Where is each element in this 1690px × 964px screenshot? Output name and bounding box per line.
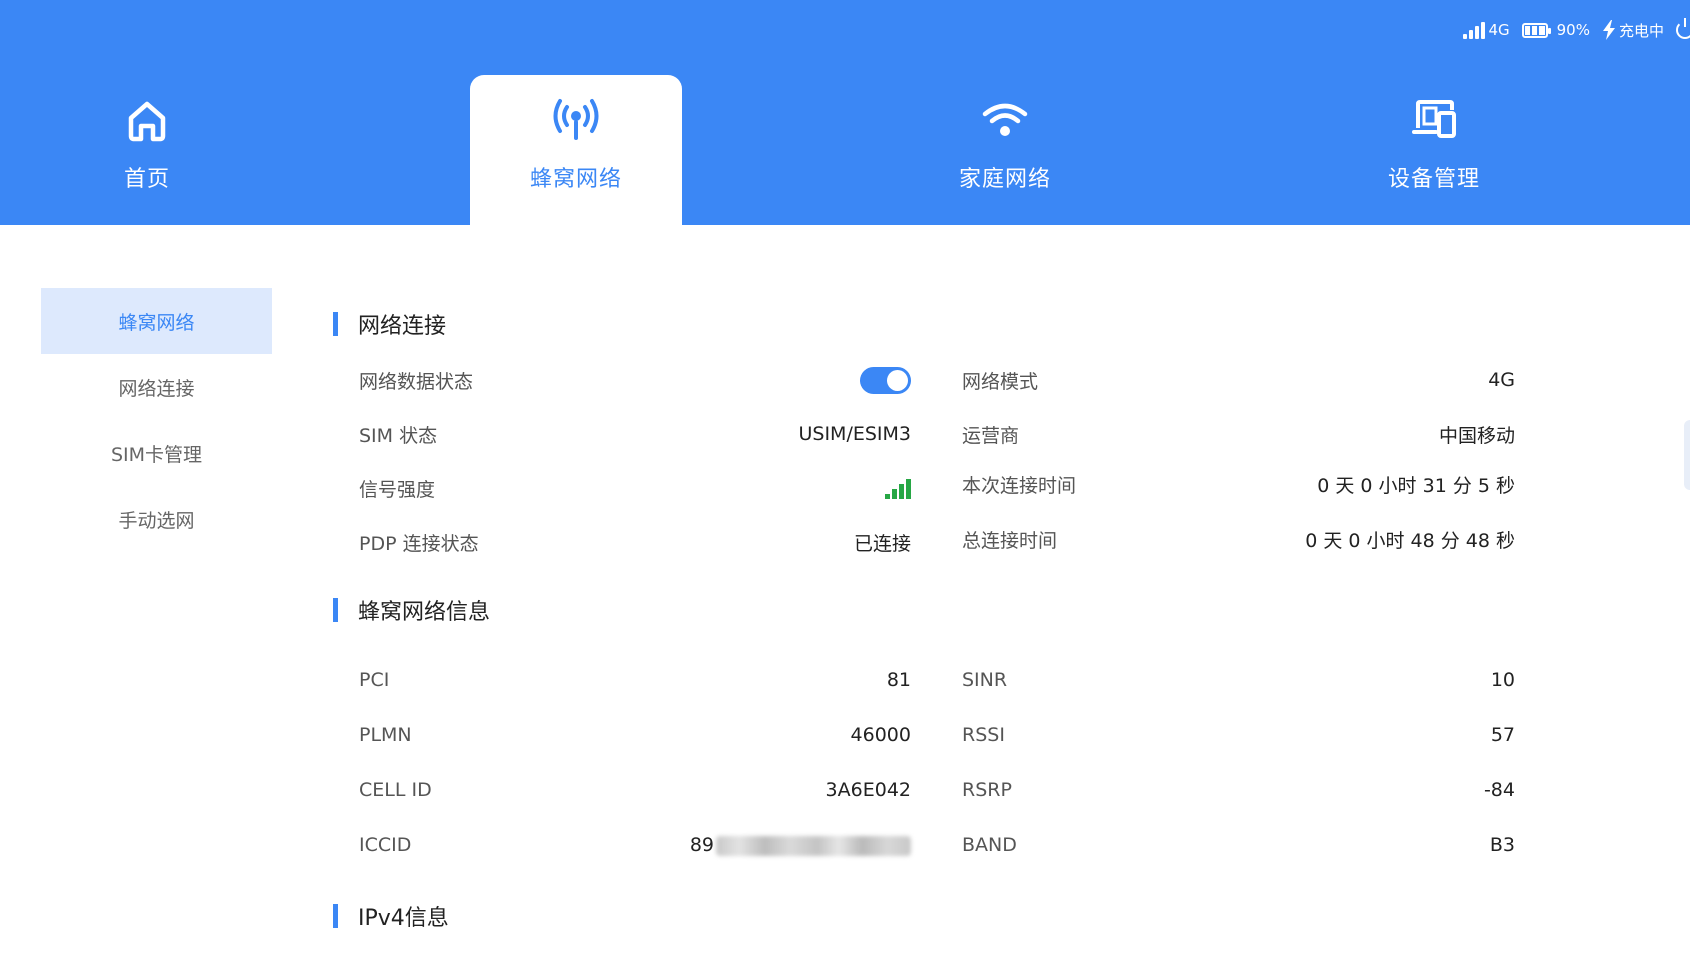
sidebar-item-cellular[interactable]: 蜂窝网络 — [41, 288, 272, 354]
section-title-ipv4: IPv4信息 — [333, 900, 449, 932]
data-status-toggle[interactable] — [860, 366, 911, 394]
row-data-status: 网络数据状态 — [359, 365, 911, 395]
total-time-value: 0 天 0 小时 48 分 48 秒 — [1305, 529, 1515, 552]
tab-home-network[interactable]: 家庭网络 — [899, 75, 1111, 225]
sinr-value: 10 — [1490, 669, 1515, 691]
wifi-icon — [981, 93, 1029, 147]
row-cell-id: CELL ID 3A6E042 — [359, 775, 911, 805]
tab-cellular[interactable]: 蜂窝网络 — [470, 75, 682, 225]
section-title-connection: 网络连接 — [333, 308, 446, 340]
rssi-value: 57 — [1490, 724, 1515, 746]
sidebar-item-sim-management[interactable]: SIM卡管理 — [41, 420, 272, 486]
signal-strength-icon — [885, 477, 911, 499]
tab-device-management[interactable]: 设备管理 — [1328, 75, 1540, 225]
band-value: B3 — [1489, 834, 1515, 856]
section-title-cell-info: 蜂窝网络信息 — [333, 594, 490, 626]
rssi-label: RSSI — [962, 724, 1005, 746]
plmn-label: PLMN — [359, 724, 412, 746]
pci-label: PCI — [359, 669, 390, 691]
battery-icon — [1521, 22, 1551, 38]
row-network-mode: 网络模式 4G — [962, 365, 1515, 395]
cellular-antenna-icon — [550, 93, 602, 147]
total-time-label: 总连接时间 — [962, 529, 1058, 552]
rsrp-value: -84 — [1483, 779, 1515, 801]
sidebar-item-manual-network[interactable]: 手动选网 — [41, 486, 272, 552]
section-title-connection-text: 网络连接 — [358, 314, 447, 339]
top-navigation-bar: 4G 90% 充电中 首页 蜂窝网络 家庭网络 设备管理 — [0, 0, 1690, 225]
row-carrier: 运营商 中国移动 — [962, 419, 1515, 449]
session-time-value: 0 天 0 小时 31 分 5 秒 — [1317, 474, 1515, 497]
row-plmn: PLMN 46000 — [359, 720, 911, 750]
pci-value: 81 — [886, 669, 911, 691]
section-title-ipv4-text: IPv4信息 — [358, 906, 449, 931]
home-icon — [123, 93, 171, 147]
tab-label-cellular: 蜂窝网络 — [529, 167, 622, 192]
row-band: BAND B3 — [962, 830, 1515, 860]
signal-bars-icon — [1463, 21, 1486, 39]
section-title-cell-info-text: 蜂窝网络信息 — [358, 600, 491, 625]
network-type-text: 4G — [1488, 21, 1510, 39]
battery-percent-text: 90% — [1556, 21, 1590, 39]
row-total-time: 总连接时间 0 天 0 小时 48 分 48 秒 — [962, 524, 1515, 554]
sim-status-label: SIM 状态 — [359, 424, 438, 447]
carrier-label: 运营商 — [962, 424, 1020, 447]
iccid-redacted — [716, 835, 911, 856]
rsrp-label: RSRP — [962, 779, 1012, 801]
sinr-label: SINR — [962, 669, 1008, 691]
tab-label-device-management: 设备管理 — [1387, 167, 1480, 192]
devices-icon — [1410, 93, 1458, 147]
network-mode-label: 网络模式 — [962, 370, 1039, 393]
row-iccid: ICCID 89 — [359, 830, 911, 860]
signal-strength-label: 信号强度 — [359, 478, 436, 501]
cell-id-value: 3A6E042 — [825, 779, 911, 801]
tab-label-home-network: 家庭网络 — [958, 167, 1051, 192]
lightning-icon — [1602, 20, 1615, 40]
row-sim-status: SIM 状态 USIM/ESIM3 — [359, 419, 911, 449]
iccid-value: 89 — [690, 834, 911, 856]
sidebar-item-network-connection[interactable]: 网络连接 — [41, 354, 272, 420]
row-sinr: SINR 10 — [962, 665, 1515, 695]
charging-status: 充电中 — [1602, 20, 1664, 41]
row-pci: PCI 81 — [359, 665, 911, 695]
iccid-label: ICCID — [359, 834, 412, 856]
power-icon[interactable] — [1676, 18, 1690, 39]
band-label: BAND — [962, 834, 1017, 856]
signal-status: 4G — [1463, 21, 1510, 39]
tab-home[interactable]: 首页 — [41, 75, 253, 225]
row-pdp-status: PDP 连接状态 已连接 — [359, 527, 911, 557]
pdp-status-label: PDP 连接状态 — [359, 532, 479, 555]
pdp-status-value: 已连接 — [853, 532, 911, 555]
sim-status-value: USIM/ESIM3 — [798, 423, 911, 445]
carrier-value: 中国移动 — [1438, 424, 1515, 447]
row-rssi: RSSI 57 — [962, 720, 1515, 750]
side-scroll-handle[interactable] — [1684, 420, 1690, 490]
plmn-value: 46000 — [850, 724, 911, 746]
session-time-label: 本次连接时间 — [962, 474, 1077, 497]
sidebar: 蜂窝网络 网络连接 SIM卡管理 手动选网 — [41, 288, 272, 552]
status-bar: 4G 90% 充电中 — [1463, 18, 1690, 42]
data-status-label: 网络数据状态 — [359, 370, 474, 393]
row-rsrp: RSRP -84 — [962, 775, 1515, 805]
charging-text: 充电中 — [1618, 21, 1664, 40]
network-mode-value: 4G — [1488, 369, 1515, 391]
tab-label-home: 首页 — [123, 167, 170, 192]
cell-id-label: CELL ID — [359, 779, 432, 801]
iccid-prefix: 89 — [689, 834, 714, 856]
battery-status: 90% — [1521, 21, 1590, 39]
row-session-time: 本次连接时间 0 天 0 小时 31 分 5 秒 — [962, 469, 1515, 499]
row-signal-strength: 信号强度 — [359, 473, 911, 503]
